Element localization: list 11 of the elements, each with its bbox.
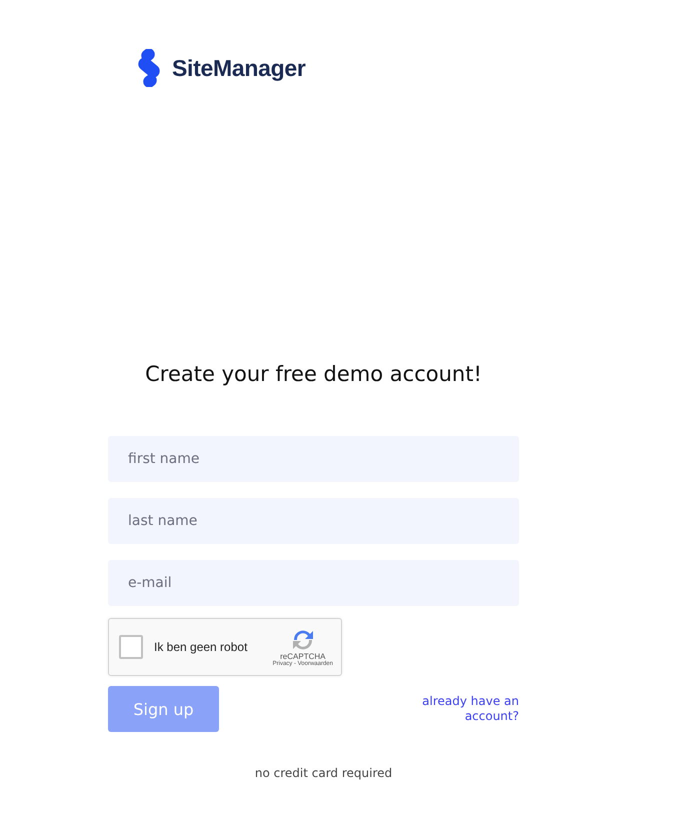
page-heading: Create your free demo account! (144, 362, 483, 386)
captcha-label: Ik ben geen robot (154, 640, 248, 654)
input-field[interactable]: last name (108, 498, 519, 544)
captcha-checkbox[interactable] (119, 635, 143, 659)
captcha-brand: reCAPTCHA (280, 652, 326, 660)
input-field[interactable]: first name (108, 436, 519, 482)
footnote: no credit card required (254, 766, 394, 780)
logo-icon (136, 49, 162, 87)
login-link[interactable]: already have an account? (399, 694, 519, 724)
brand-name: SiteManager (172, 54, 306, 82)
input-field[interactable]: e-mail (108, 560, 519, 606)
